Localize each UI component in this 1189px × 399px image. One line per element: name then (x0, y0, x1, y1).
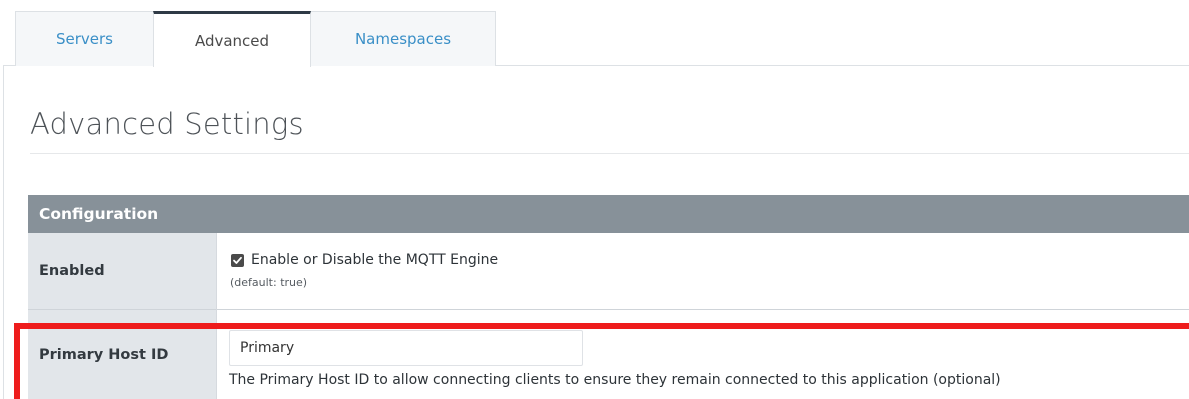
tab-advanced[interactable]: Advanced (153, 11, 311, 67)
primary-host-label: Primary Host ID (39, 346, 169, 363)
enabled-label-cell: Enabled (28, 233, 216, 309)
primary-host-help-text: The Primary Host ID to allow connecting … (229, 372, 1001, 388)
enable-mqtt-checkbox[interactable] (231, 254, 244, 267)
settings-page: Servers Advanced Namespaces Advanced Set… (0, 0, 1189, 399)
enable-mqtt-checkbox-label[interactable]: Enable or Disable the MQTT Engine (251, 252, 498, 268)
checkmark-icon (233, 256, 242, 264)
tab-namespaces[interactable]: Namespaces (310, 11, 496, 66)
configuration-header-label: Configuration (39, 205, 159, 223)
title-divider (30, 153, 1189, 154)
tab-advanced-label: Advanced (194, 31, 270, 50)
tab-servers[interactable]: Servers (15, 11, 154, 66)
tab-servers-label: Servers (55, 30, 113, 48)
label-column-border (216, 233, 217, 399)
page-title: Advanced Settings (30, 107, 304, 141)
tab-namespaces-label: Namespaces (354, 30, 452, 48)
enabled-label: Enabled (39, 263, 105, 279)
primary-host-label-cell: Primary Host ID (28, 310, 216, 399)
configuration-header: Configuration (28, 195, 1189, 233)
primary-host-id-input[interactable] (229, 330, 583, 366)
enabled-default-note: (default: true) (230, 276, 308, 289)
